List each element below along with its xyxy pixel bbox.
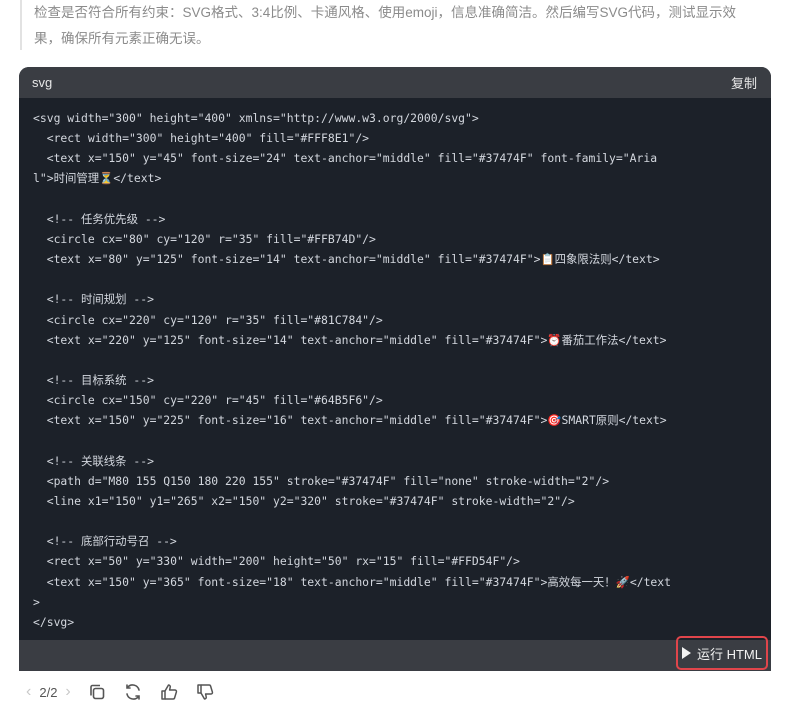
thumbs-down-icon[interactable] — [195, 682, 215, 702]
code-language-label: svg — [32, 75, 53, 90]
code-line: <!-- 时间规划 --> — [33, 292, 154, 307]
response-pager: ‹ 2/2 › — [26, 683, 71, 701]
code-line: <!-- 关联线条 --> — [33, 453, 154, 468]
code-content: <svg width="300" height="400" xmlns="htt… — [19, 98, 771, 632]
thumbs-up-icon[interactable] — [159, 682, 179, 702]
pager-total: 2 — [50, 684, 58, 700]
pager-text: 2/2 — [39, 685, 57, 700]
code-line: <circle cx="220" cy="120" r="35" fill="#… — [33, 312, 383, 327]
code-line: <text x="150" y="45" font-size="24" text… — [33, 151, 658, 166]
code-line: <!-- 底部行动号召 --> — [33, 534, 177, 549]
code-line: <text x="150" y="225" font-size="16" tex… — [33, 413, 667, 428]
code-line: </svg> — [33, 614, 75, 629]
code-line: <line x1="150" y1="265" x2="150" y2="320… — [33, 493, 575, 508]
code-block: svg 复制 <svg width="300" height="400" xml… — [19, 67, 771, 671]
intro-text: 检查是否符合所有约束：SVG格式、3:4比例、卡通风格、使用emoji，信息准确… — [20, 0, 768, 50]
next-response-icon[interactable]: › — [65, 683, 70, 701]
copy-code-button[interactable]: 复制 — [731, 73, 757, 92]
code-line: l">时间管理⏳</text> — [33, 171, 162, 186]
message-actions: ‹ 2/2 › — [26, 680, 215, 704]
code-line: <!-- 目标系统 --> — [33, 373, 154, 388]
refresh-icon[interactable] — [123, 682, 143, 702]
run-html-label: 运行 HTML — [696, 646, 762, 662]
prev-response-icon[interactable]: ‹ — [26, 683, 31, 701]
code-line: <rect width="300" height="400" fill="#FF… — [33, 131, 370, 146]
code-line: <text x="150" y="365" font-size="18" tex… — [33, 574, 672, 589]
code-line: > — [33, 594, 40, 609]
code-line: <path d="M80 155 Q150 180 220 155" strok… — [33, 473, 610, 488]
code-line: <rect x="50" y="330" width="200" height=… — [33, 554, 520, 569]
code-line: <!-- 任务优先级 --> — [33, 211, 166, 226]
pager-current: 2 — [39, 684, 47, 700]
code-line: <svg width="300" height="400" xmlns="htt… — [33, 111, 479, 125]
copy-icon[interactable] — [87, 682, 107, 702]
code-header: svg 复制 — [19, 67, 771, 98]
intro-line-2: 果，确保所有元素正确无误。 — [34, 31, 210, 46]
code-line: <circle cx="80" cy="120" r="35" fill="#F… — [33, 231, 376, 246]
run-html-button[interactable]: 运行 HTML — [676, 636, 768, 670]
code-line: <text x="220" y="125" font-size="14" tex… — [33, 332, 667, 347]
intro-line-1: 检查是否符合所有约束：SVG格式、3:4比例、卡通风格、使用emoji，信息准确… — [34, 5, 737, 20]
code-footer: 运行 HTML — [19, 636, 771, 671]
code-line: <circle cx="150" cy="220" r="45" fill="#… — [33, 393, 383, 408]
play-icon — [681, 647, 691, 659]
code-line: <text x="80" y="125" font-size="14" text… — [33, 252, 660, 267]
